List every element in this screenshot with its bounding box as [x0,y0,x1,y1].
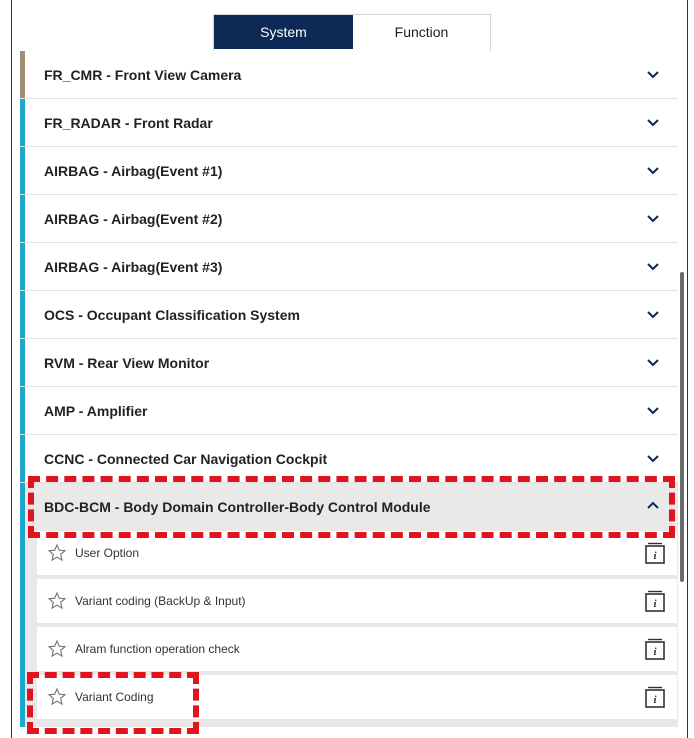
system-label: AMP - Amplifier [44,402,148,419]
svg-text:i: i [653,598,657,610]
system-row[interactable]: RVM - Rear View Monitor [20,339,678,387]
function-label: Variant Coding [75,690,154,704]
accent-bar [20,435,25,482]
accent-bar [20,483,25,531]
view-tabs: System Function [213,14,491,52]
system-label: FR_CMR - Front View Camera [44,66,242,83]
system-row[interactable]: AIRBAG - Airbag(Event #3) [20,243,678,291]
function-item[interactable]: Variant Coding i [37,675,677,719]
tab-system[interactable]: System [214,15,353,49]
accent-bar [20,147,25,194]
accent-bar [20,339,25,386]
system-label: AIRBAG - Airbag(Event #3) [44,258,223,275]
chevron-down-icon[interactable] [646,67,660,81]
sub-function-list: User Option i Variant coding (BackUp & I… [20,531,678,727]
info-icon[interactable]: i [645,638,665,660]
chevron-down-icon[interactable] [646,403,660,417]
chevron-down-icon[interactable] [646,163,660,177]
chevron-down-icon[interactable] [646,307,660,321]
system-row[interactable]: FR_CMR - Front View Camera [20,51,678,99]
system-label: CCNC - Connected Car Navigation Cockpit [44,450,328,467]
function-item[interactable]: User Option i [37,531,677,575]
function-item[interactable]: Alram function operation check i [37,627,677,671]
accent-bar [20,531,25,727]
system-row[interactable]: AIRBAG - Airbag(Event #2) [20,195,678,243]
system-row-expanded[interactable]: BDC-BCM - Body Domain Controller-Body Co… [20,483,678,531]
accent-bar [20,195,25,242]
accent-bar [20,51,25,98]
accent-bar [20,99,25,146]
info-icon[interactable]: i [645,686,665,708]
svg-text:i: i [653,550,657,562]
system-row[interactable]: FR_RADAR - Front Radar [20,99,678,147]
function-item[interactable]: Variant coding (BackUp & Input) i [37,579,677,623]
system-row[interactable]: AMP - Amplifier [20,387,678,435]
system-label: FR_RADAR - Front Radar [44,114,213,131]
chevron-down-icon[interactable] [646,451,660,465]
star-outline-icon[interactable] [47,591,67,611]
info-icon[interactable]: i [645,542,665,564]
system-row[interactable]: AIRBAG - Airbag(Event #1) [20,147,678,195]
system-label: BDC-BCM - Body Domain Controller-Body Co… [44,499,431,515]
star-outline-icon[interactable] [47,543,67,563]
system-row[interactable]: OCS - Occupant Classification System [20,291,678,339]
function-label: Alram function operation check [75,642,240,656]
chevron-down-icon[interactable] [646,115,660,129]
diagnostic-panel: System Function FR_CMR - Front View Came… [11,0,688,738]
scrollbar[interactable] [680,272,684,582]
accent-bar [20,291,25,338]
function-label: Variant coding (BackUp & Input) [75,594,246,608]
svg-text:i: i [653,694,657,706]
tab-function[interactable]: Function [353,15,490,49]
system-label: AIRBAG - Airbag(Event #1) [44,162,223,179]
system-list: FR_CMR - Front View Camera FR_RADAR - Fr… [20,51,678,727]
accent-bar [20,387,25,434]
accent-bar [20,243,25,290]
chevron-down-icon[interactable] [646,355,660,369]
system-label: OCS - Occupant Classification System [44,306,300,323]
system-row[interactable]: CCNC - Connected Car Navigation Cockpit [20,435,678,483]
chevron-down-icon[interactable] [646,259,660,273]
system-label: RVM - Rear View Monitor [44,354,210,371]
chevron-down-icon[interactable] [646,211,660,225]
star-outline-icon[interactable] [47,687,67,707]
chevron-up-icon[interactable] [646,499,660,513]
system-label: AIRBAG - Airbag(Event #2) [44,210,223,227]
svg-text:i: i [653,646,657,658]
info-icon[interactable]: i [645,590,665,612]
function-label: User Option [75,546,140,560]
star-outline-icon[interactable] [47,639,67,659]
